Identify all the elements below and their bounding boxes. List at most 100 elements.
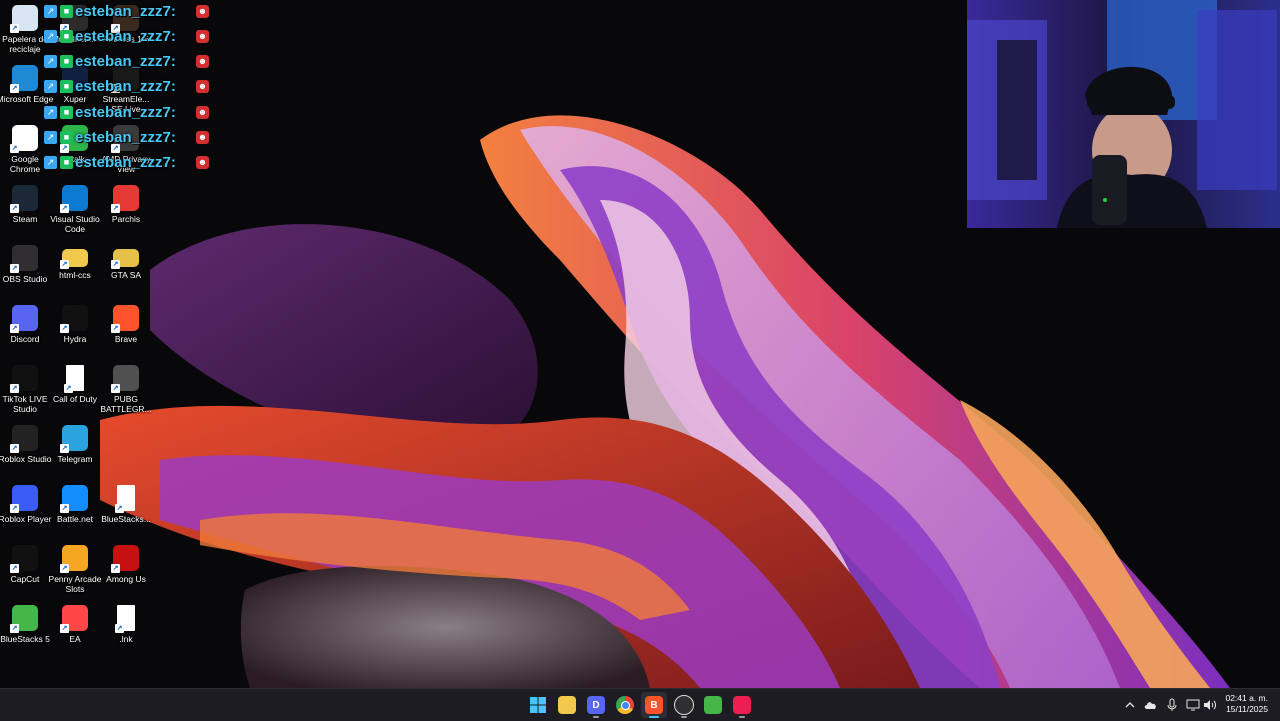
emote-icon: ☻ bbox=[196, 55, 209, 69]
steam-icon: ↗ bbox=[10, 185, 38, 213]
shortcut-arrow-icon: ↗ bbox=[60, 624, 69, 633]
shortcut-arrow-icon: ↗ bbox=[64, 384, 73, 393]
recycle-bin-icon: ↗ bbox=[10, 5, 38, 33]
chat-message: ↗ ■ esteban_zzz7: ☻ bbox=[44, 76, 209, 98]
file-explorer-button[interactable] bbox=[554, 692, 580, 718]
bluestacks-icon bbox=[704, 696, 722, 714]
desktop-icon-html-ccs[interactable]: ↗ html-ccs bbox=[47, 243, 103, 303]
pubg-icon: ↗ bbox=[111, 365, 139, 393]
cloud-icon[interactable] bbox=[1142, 696, 1160, 714]
system-clock[interactable]: 02:41 a. m. 15/11/2025 bbox=[1212, 693, 1268, 715]
chat-message: ↗ ■ esteban_zzz7: ☻ bbox=[44, 152, 209, 174]
chrome-button[interactable] bbox=[612, 692, 638, 718]
shortcut-arrow-icon: ↗ bbox=[60, 204, 69, 213]
shortcut-arrow-icon: ↗ bbox=[111, 384, 120, 393]
chrome-icon bbox=[616, 696, 634, 714]
shortcut-arrow-icon: ↗ bbox=[10, 24, 19, 33]
desktop-icon-among-us[interactable]: ↗ Among Us bbox=[98, 543, 154, 603]
moderator-badge-icon: ↗ bbox=[44, 131, 57, 144]
desktop-icon-gta-sa[interactable]: ↗ GTA SA bbox=[98, 243, 154, 303]
parchis-icon: ↗ bbox=[111, 185, 139, 213]
chat-username: esteban_zzz7: bbox=[75, 2, 176, 20]
shortcut-arrow-icon: ↗ bbox=[60, 504, 69, 513]
desktop-icon-telegram[interactable]: ↗ Telegram bbox=[47, 423, 103, 483]
running-indicator bbox=[739, 716, 745, 718]
desktop-icon-brave[interactable]: ↗ Brave bbox=[98, 303, 154, 363]
desktop-icon-label: PUBG BATTLEGR... bbox=[100, 394, 152, 414]
shortcut-arrow-icon: ↗ bbox=[10, 564, 19, 573]
subscriber-badge-icon: ■ bbox=[60, 105, 73, 119]
shortcut-arrow-icon: ↗ bbox=[111, 564, 120, 573]
emote-icon: ☻ bbox=[196, 131, 209, 144]
monitor-icon[interactable] bbox=[1184, 696, 1202, 714]
file-icon: ↗ bbox=[115, 485, 135, 513]
desktop-icon-pubg-battlegr[interactable]: ↗ PUBG BATTLEGR... bbox=[98, 363, 154, 423]
shortcut-arrow-icon: ↗ bbox=[111, 204, 120, 213]
hydra-icon: ↗ bbox=[60, 305, 88, 333]
desktop-icon-tiktok-live-studio[interactable]: ↗ TikTok LIVE Studio bbox=[0, 363, 53, 423]
bluestacks-button[interactable] bbox=[700, 692, 726, 718]
subscriber-badge-icon: ■ bbox=[60, 131, 73, 144]
desktop-icon-empty bbox=[98, 423, 154, 483]
folder-icon bbox=[558, 696, 576, 714]
shortcut-arrow-icon: ↗ bbox=[60, 324, 69, 333]
shortcut-arrow-icon: ↗ bbox=[10, 504, 19, 513]
shortcut-arrow-icon: ↗ bbox=[10, 84, 19, 93]
desktop-icon-penny-arcade-slots[interactable]: ↗ Penny Arcade Slots bbox=[47, 543, 103, 603]
folder-icon: ↗ bbox=[111, 249, 139, 269]
desktop-icon-roblox-studio[interactable]: ↗ Roblox Studio bbox=[0, 423, 53, 483]
chat-username: esteban_zzz7: bbox=[75, 129, 176, 146]
chat-message: ↗ ■ esteban_zzz7: ☻ bbox=[44, 101, 209, 123]
webcam-feed bbox=[967, 0, 1280, 228]
brave-button[interactable]: B bbox=[641, 692, 667, 718]
desktop-icon-capcut[interactable]: ↗ CapCut bbox=[0, 543, 53, 603]
file-icon: ↗ bbox=[64, 365, 84, 393]
shortcut-arrow-icon: ↗ bbox=[115, 624, 124, 633]
start-button[interactable] bbox=[525, 692, 551, 718]
emote-icon: ☻ bbox=[196, 80, 209, 94]
desktop-icon-battle-net[interactable]: ↗ Battle.net bbox=[47, 483, 103, 543]
microphone-icon[interactable] bbox=[1163, 696, 1181, 714]
roblox-player-icon: ↗ bbox=[10, 485, 38, 513]
desktop-icon-label: EA bbox=[69, 634, 81, 644]
discord-button[interactable]: D bbox=[583, 692, 609, 718]
chat-username: esteban_zzz7: bbox=[75, 78, 176, 96]
tiktok-live-button[interactable] bbox=[729, 692, 755, 718]
desktop-icon-label: Battle.net bbox=[57, 514, 93, 524]
running-indicator bbox=[593, 716, 599, 718]
chat-message: ↗ ■ esteban_zzz7: ☻ bbox=[44, 0, 209, 22]
desktop-icon-label: Among Us bbox=[106, 574, 146, 584]
shortcut-arrow-icon: ↗ bbox=[10, 384, 19, 393]
desktop-icon-roblox-player[interactable]: ↗ Roblox Player bbox=[0, 483, 53, 543]
chat-message: ↗ ■ esteban_zzz7: ☻ bbox=[44, 127, 209, 149]
subscriber-badge-icon: ■ bbox=[60, 4, 73, 18]
emote-icon: ☻ bbox=[196, 29, 209, 43]
folder-icon: ↗ bbox=[60, 249, 88, 269]
desktop-icon-steam[interactable]: ↗ Steam bbox=[0, 183, 53, 243]
desktop-icon-parchis[interactable]: ↗ Parchis bbox=[98, 183, 154, 243]
desktop-icon-call-of-duty[interactable]: ↗ Call of Duty bbox=[47, 363, 103, 423]
moderator-badge-icon: ↗ bbox=[44, 156, 57, 170]
desktop-icon-label: Telegram bbox=[57, 454, 93, 464]
shortcut-arrow-icon: ↗ bbox=[111, 324, 120, 333]
desktop-icon-ea[interactable]: ↗ EA bbox=[47, 603, 103, 663]
desktop-icon-label: Brave bbox=[114, 334, 138, 344]
desktop-icon-visual-studio-code[interactable]: ↗ Visual Studio Code bbox=[47, 183, 103, 243]
desktop-icon-bluestacks[interactable]: ↗ BlueStacks... bbox=[98, 483, 154, 543]
moderator-badge-icon: ↗ bbox=[44, 105, 57, 119]
obs-button[interactable] bbox=[671, 692, 697, 718]
desktop-icon-lnk[interactable]: ↗ .lnk bbox=[98, 603, 154, 663]
obs-icon: ↗ bbox=[10, 245, 38, 273]
chevron-up-icon[interactable] bbox=[1121, 696, 1139, 714]
tiktok-icon bbox=[733, 696, 751, 714]
shortcut-arrow-icon: ↗ bbox=[10, 264, 19, 273]
subscriber-badge-icon: ■ bbox=[60, 29, 73, 43]
bluestacks-icon: ↗ bbox=[10, 605, 38, 633]
desktop-icon-hydra[interactable]: ↗ Hydra bbox=[47, 303, 103, 363]
desktop-icon-bluestacks-5[interactable]: ↗ BlueStacks 5 bbox=[0, 603, 53, 663]
chat-message: ↗ ■ esteban_zzz7: ☻ bbox=[44, 25, 209, 47]
desktop-icon-discord[interactable]: ↗ Discord bbox=[0, 303, 53, 363]
shortcut-arrow-icon: ↗ bbox=[10, 624, 19, 633]
moderator-badge-icon: ↗ bbox=[44, 80, 57, 94]
running-indicator bbox=[681, 716, 687, 718]
